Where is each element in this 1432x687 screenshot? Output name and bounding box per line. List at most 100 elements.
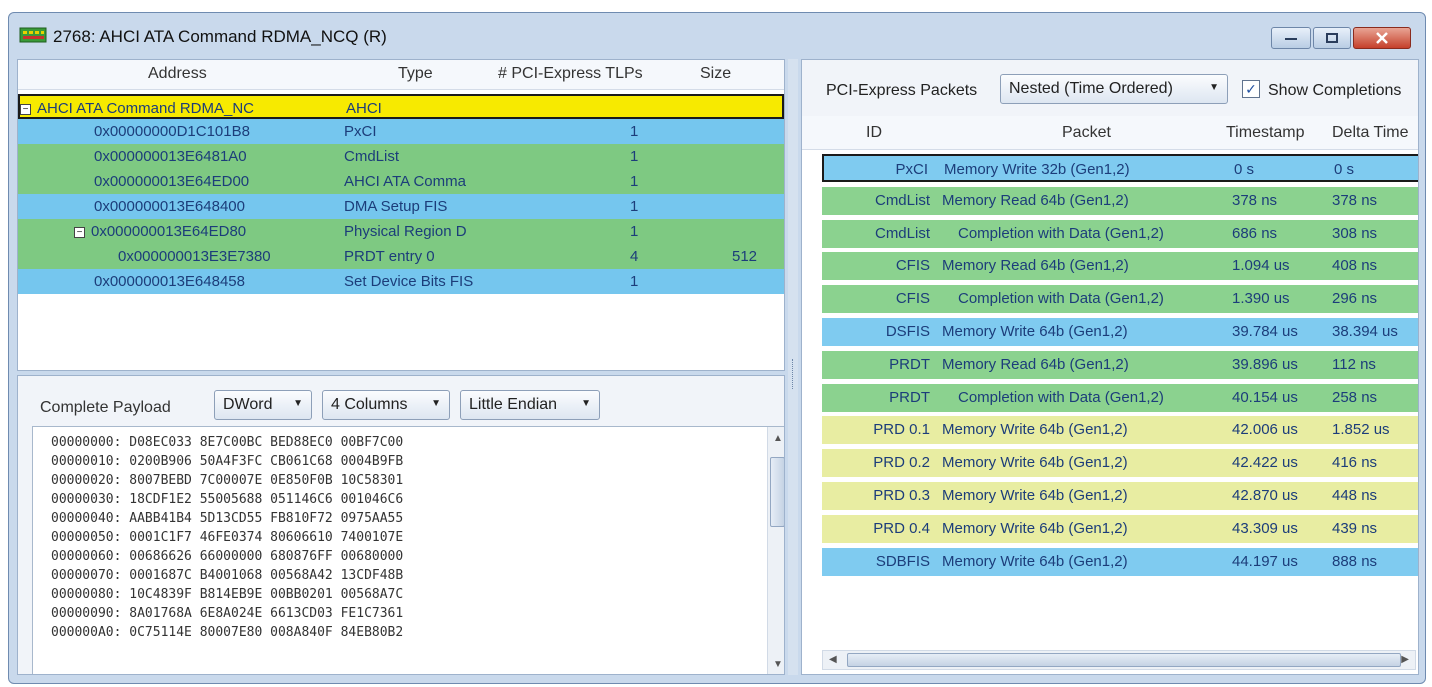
- tree-address-text: 0x000000013E64ED00: [94, 173, 250, 190]
- hex-line: 00000040: AABB41B4 5D13CD55 FB810F72 097…: [51, 511, 404, 526]
- packet-cell-packet: Memory Write 64b (Gen1,2): [942, 487, 1128, 504]
- collapse-icon[interactable]: −: [20, 104, 31, 115]
- collapse-icon[interactable]: −: [74, 227, 85, 238]
- packet-row[interactable]: CFIS Completion with Data (Gen1,2) 1.390 u…: [822, 285, 1418, 314]
- tree-header: Address Type # PCI-Express TLPs Size: [18, 60, 784, 90]
- packet-row[interactable]: PRD 0.1 Memory Write 64b (Gen1,2) 42.006 u…: [822, 416, 1418, 445]
- packet-row[interactable]: CmdList Completion with Data (Gen1,2) 686 …: [822, 219, 1418, 248]
- tree-row[interactable]: −0x000000013E64ED80 Physical Region D1: [18, 219, 784, 244]
- packet-cell-timestamp: 42.422 us: [1232, 454, 1298, 472]
- packet-cell-id: PRD 0.3: [873, 487, 930, 504]
- hex-line: 00000030: 18CDF1E2 55005688 051146C6 001…: [51, 492, 404, 507]
- minimize-button[interactable]: [1271, 27, 1311, 49]
- packets-horizontal-scrollbar[interactable]: ◀ ▶: [822, 650, 1416, 670]
- hex-line: 000000A0: 0C75114E 80007E80 008A840F 84E…: [51, 625, 404, 640]
- packet-cell-packet: Memory Read 64b (Gen1,2): [942, 257, 1129, 275]
- tree-cell-type: AHCI ATA Comma: [344, 173, 466, 190]
- tree-address-text: 0x000000013E648400: [94, 198, 245, 215]
- packet-row[interactable]: CFIS Memory Read 64b (Gen1,2) 1.094 us 408 …: [822, 252, 1418, 281]
- tree-row[interactable]: 0x00000000D1C101B8 PxCI 1: [18, 119, 784, 144]
- tree-row[interactable]: 0x000000013E6481A0 CmdList 1: [18, 144, 784, 169]
- tree-row[interactable]: − AHCI ATA Command RDMA_NC AHCI: [18, 94, 784, 119]
- packet-cell-timestamp: 1.094 us: [1232, 257, 1290, 275]
- horizontal-scroll-thumb[interactable]: [847, 653, 1401, 667]
- packet-cell-packet: Completion with Data (Gen1,2): [958, 224, 1164, 242]
- packet-cell-id: CmdList: [874, 224, 930, 242]
- scroll-up-icon[interactable]: ▲: [773, 433, 783, 444]
- hex-dump-view[interactable]: 00000000: D08EC033 8E7C00BC BED88EC0 00B…: [32, 426, 784, 674]
- column-header-timestamp[interactable]: Timestamp: [1226, 124, 1305, 142]
- scroll-right-icon[interactable]: ▶: [1401, 654, 1409, 665]
- packet-row[interactable]: DSFIS Memory Write 64b (Gen1,2) 39.784 us 3…: [822, 318, 1418, 346]
- main-window: 2768: AHCI ATA Command RDMA_NCQ (R) Addr…: [8, 12, 1426, 684]
- show-completions-label[interactable]: Show Completions: [1268, 82, 1401, 100]
- vertical-splitter[interactable]: [788, 59, 798, 675]
- tree-cell-address: − AHCI ATA Command RDMA_NC: [20, 100, 320, 117]
- chevron-down-icon: ▼: [431, 398, 441, 409]
- splitter-grip-icon: [792, 359, 794, 389]
- tree-cell-size: 512: [732, 248, 758, 265]
- column-header-delta[interactable]: Delta Time: [1332, 124, 1408, 142]
- tree-cell-type: AHCI: [346, 100, 382, 117]
- packet-cell-timestamp: 44.197 us: [1232, 552, 1298, 570]
- packet-row[interactable]: PRDT Completion with Data (Gen1,2) 40.154 …: [822, 383, 1418, 412]
- hex-line: 00000080: 10C4839F B814EB9E 00BB0201 005…: [51, 587, 404, 602]
- maximize-button[interactable]: [1313, 27, 1351, 49]
- close-icon: [1376, 32, 1388, 44]
- columns-value: 4 Columns: [331, 396, 408, 413]
- packet-cell-packet: Memory Read 64b (Gen1,2): [942, 355, 1129, 373]
- show-completions-checkbox[interactable]: ✓: [1242, 80, 1260, 98]
- packet-cell-id: PRD 0.1: [873, 421, 930, 439]
- minimize-icon: [1285, 38, 1297, 40]
- tree-cell-address: −0x000000013E64ED80: [74, 223, 374, 240]
- tree-address-text: 0x00000000D1C101B8: [94, 123, 250, 140]
- payload-vertical-scrollbar[interactable]: ▲ ▼: [767, 427, 784, 674]
- packet-cell-id: SDBFIS: [875, 552, 930, 570]
- packet-cell-packet: Completion with Data (Gen1,2): [958, 290, 1164, 308]
- tree-address-text: 0x000000013E64ED80: [91, 223, 247, 240]
- tree-address-text: 0x000000013E648458: [94, 273, 245, 290]
- packet-cell-delta: 308 ns: [1332, 224, 1378, 242]
- view-mode-dropdown[interactable]: Nested (Time Ordered) ▼: [1000, 74, 1228, 104]
- packet-cell-packet: Completion with Data (Gen1,2): [958, 388, 1164, 406]
- scroll-left-icon[interactable]: ◀: [829, 654, 837, 665]
- tree-cell-tlps: 1: [630, 273, 639, 290]
- packet-cell-delta: 378 ns: [1332, 191, 1378, 209]
- packet-row[interactable]: CmdList Memory Read 64b (Gen1,2) 378 ns 378…: [822, 186, 1418, 215]
- packet-cell-id: PxCI: [895, 161, 928, 178]
- title-bar[interactable]: 2768: AHCI ATA Command RDMA_NCQ (R): [9, 13, 1425, 57]
- tree-row[interactable]: 0x000000013E3E7380 PRDT entry 0 4 512: [18, 244, 784, 269]
- packet-row[interactable]: SDBFIS Memory Write 64b (Gen1,2) 44.197 us…: [822, 547, 1418, 576]
- packet-cell-delta: 888 ns: [1332, 552, 1378, 570]
- endian-dropdown[interactable]: Little Endian ▼: [460, 390, 600, 420]
- column-header-id[interactable]: ID: [866, 124, 882, 142]
- packet-row[interactable]: PRD 0.2 Memory Write 64b (Gen1,2) 42.422 u…: [822, 449, 1418, 478]
- packet-cell-packet: Memory Write 64b (Gen1,2): [942, 454, 1128, 472]
- close-button[interactable]: [1353, 27, 1411, 49]
- column-header-type[interactable]: Type: [398, 65, 433, 83]
- column-header-tlps[interactable]: # PCI-Express TLPs: [498, 65, 643, 83]
- column-header-size[interactable]: Size: [700, 65, 731, 83]
- tree-row[interactable]: 0x000000013E648458 Set Device Bits FIS 1: [18, 269, 784, 294]
- tree-address-text: AHCI ATA Command RDMA_NC: [37, 100, 254, 117]
- tree-row[interactable]: 0x000000013E64ED00 AHCI ATA Comma 1: [18, 169, 784, 194]
- payload-panel: Complete Payload DWord ▼ 4 Columns ▼ Lit…: [17, 375, 785, 675]
- format-dropdown[interactable]: DWord ▼: [214, 390, 312, 420]
- scroll-down-icon[interactable]: ▼: [773, 659, 783, 670]
- tree-row[interactable]: 0x000000013E648400 DMA Setup FIS 1: [18, 194, 784, 219]
- hex-line: 00000090: 8A01768A 6E8A024E 6613CD03 FE1…: [51, 606, 404, 621]
- packet-row[interactable]: PRD 0.4 Memory Write 64b (Gen1,2) 43.309 u…: [822, 514, 1418, 543]
- packet-row[interactable]: PRD 0.3 Memory Write 64b (Gen1,2) 42.870 u…: [822, 482, 1418, 510]
- columns-dropdown[interactable]: 4 Columns ▼: [322, 390, 450, 420]
- column-header-address[interactable]: Address: [148, 65, 207, 83]
- scroll-thumb[interactable]: [770, 457, 784, 527]
- packet-row[interactable]: PRDT Memory Read 64b (Gen1,2) 39.896 us 112…: [822, 350, 1418, 379]
- packets-label: PCI-Express Packets: [826, 82, 978, 99]
- tree-address-text: 0x000000013E3E7380: [118, 248, 271, 265]
- packet-cell-packet: Memory Read 64b (Gen1,2): [942, 191, 1129, 209]
- hex-lines: 00000000: D08EC033 8E7C00BC BED88EC0 00B…: [51, 433, 403, 642]
- packet-row[interactable]: PxCI Memory Write 32b (Gen1,2) 0 s 0 s: [822, 154, 1418, 182]
- app-icon: [19, 27, 47, 43]
- endian-value: Little Endian: [469, 396, 558, 413]
- column-header-packet[interactable]: Packet: [1062, 124, 1111, 142]
